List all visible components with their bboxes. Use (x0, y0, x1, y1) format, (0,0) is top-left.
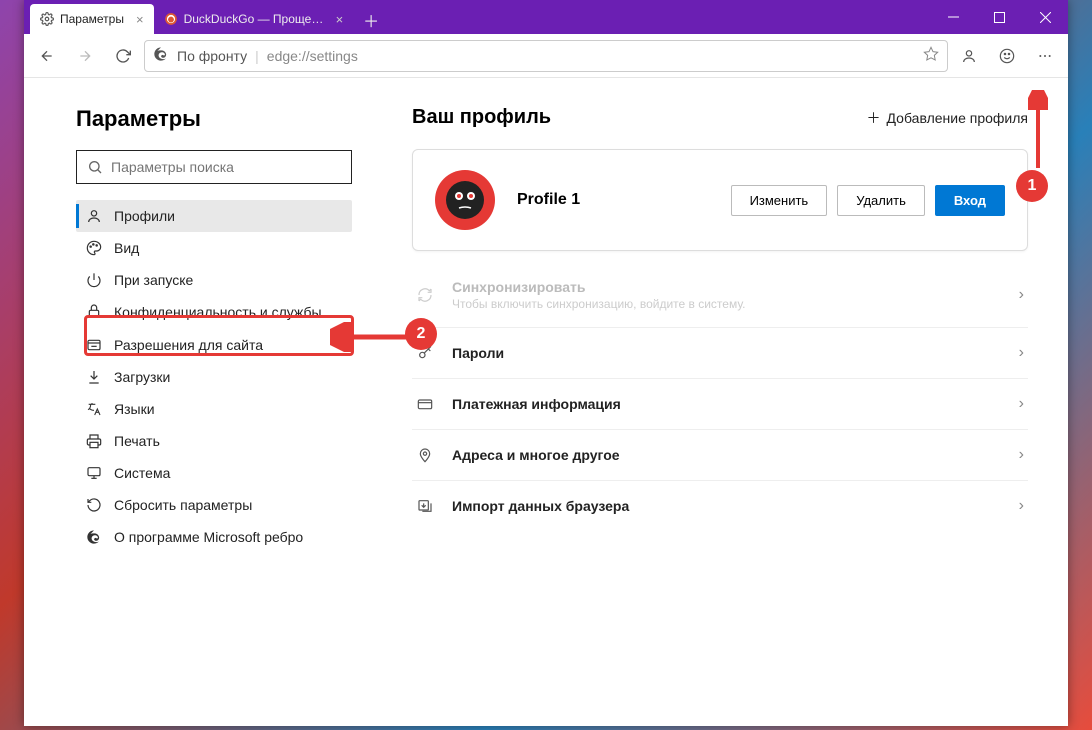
address-bar[interactable]: По фронту | edge://settings (144, 40, 948, 72)
tab-label: DuckDuckGo — Проще говоря (184, 12, 324, 26)
chevron-right-icon: › (1019, 395, 1024, 413)
edit-button[interactable]: Изменить (731, 185, 828, 216)
lock-icon (86, 303, 102, 319)
add-profile-button[interactable]: ＋ Добавление профиля (867, 108, 1028, 128)
search-input[interactable] (111, 159, 341, 175)
close-icon[interactable]: × (136, 12, 144, 27)
sidebar-item-label: Загрузки (114, 369, 170, 385)
edge-icon (86, 529, 102, 545)
permission-icon (86, 337, 102, 353)
duckduckgo-icon (164, 12, 178, 26)
sidebar-item-about[interactable]: О программе Microsoft ребро (76, 521, 352, 553)
key-icon (416, 344, 434, 362)
printer-icon (86, 433, 102, 449)
sidebar-item-sitepermissions[interactable]: Разрешения для сайта (76, 329, 352, 361)
sidebar-item-profiles[interactable]: Профили (76, 200, 352, 232)
sync-icon (416, 286, 434, 304)
sidebar-item-languages[interactable]: Языки (76, 393, 352, 425)
sidebar-item-printers[interactable]: Печать (76, 425, 352, 457)
address-label: По фронту (177, 48, 247, 64)
monitor-icon (86, 465, 102, 481)
import-icon (416, 497, 434, 515)
more-menu-button[interactable] (1028, 39, 1062, 73)
avatar (435, 170, 495, 230)
palette-icon (86, 240, 102, 256)
setting-row-addresses[interactable]: Адреса и многое другое › (412, 430, 1028, 481)
sidebar-item-label: Профили (114, 208, 175, 224)
power-icon (86, 272, 102, 288)
sidebar-item-downloads[interactable]: Загрузки (76, 361, 352, 393)
sidebar-item-label: Разрешения для сайта (114, 337, 263, 353)
chevron-right-icon: › (1019, 497, 1024, 515)
add-profile-label: Добавление профиля (887, 110, 1028, 126)
sidebar-item-label: Конфиденциальность и службы (114, 303, 322, 322)
setting-title: Синхронизировать (452, 279, 1001, 295)
sidebar-title: Параметры (76, 106, 352, 132)
setting-row-payment[interactable]: Платежная информация › (412, 379, 1028, 430)
reset-icon (86, 497, 102, 513)
page-title: Ваш профиль (412, 106, 551, 129)
card-icon (416, 395, 434, 413)
setting-title: Платежная информация (452, 396, 1001, 412)
close-window-button[interactable] (1022, 0, 1068, 34)
search-icon (87, 159, 103, 175)
maximize-button[interactable] (976, 0, 1022, 34)
sidebar-item-privacy[interactable]: Конфиденциальность и службы (76, 296, 352, 329)
tab-label: Параметры (60, 12, 124, 26)
tab-strip: Параметры × DuckDuckGo — Проще говоря × … (24, 0, 1068, 34)
address-url: edge://settings (267, 48, 358, 64)
settings-search[interactable] (76, 150, 352, 184)
chevron-right-icon: › (1019, 446, 1024, 464)
setting-row-sync: Синхронизировать Чтобы включить синхрони… (412, 263, 1028, 328)
tab-duckduckgo[interactable]: DuckDuckGo — Проще говоря × (154, 4, 354, 34)
download-icon (86, 369, 102, 385)
location-icon (416, 446, 434, 464)
chevron-right-icon: › (1019, 286, 1024, 304)
setting-row-import[interactable]: Импорт данных браузера › (412, 481, 1028, 531)
plus-icon: ＋ (867, 108, 881, 128)
setting-row-passwords[interactable]: Пароли › (412, 328, 1028, 379)
sidebar-item-label: При запуске (114, 272, 193, 288)
setting-title: Импорт данных браузера (452, 498, 1001, 514)
chevron-right-icon: › (1019, 344, 1024, 362)
setting-title: Адреса и многое другое (452, 447, 1001, 463)
language-icon (86, 401, 102, 417)
profile-icon[interactable] (952, 39, 986, 73)
setting-subtitle: Чтобы включить синхронизацию, войдите в … (452, 297, 1001, 311)
sidebar-item-label: Сбросить параметры (114, 497, 252, 513)
delete-button[interactable]: Удалить (837, 185, 925, 216)
sidebar-item-label: Вид (114, 240, 139, 256)
sidebar-item-label: Система (114, 465, 170, 481)
refresh-button[interactable] (106, 39, 140, 73)
sidebar-item-label: О программе Microsoft ребро (114, 529, 303, 545)
sidebar-item-reset[interactable]: Сбросить параметры (76, 489, 352, 521)
settings-main: Ваш профиль ＋ Добавление профиля Profile… (384, 78, 1068, 726)
setting-title: Пароли (452, 345, 1001, 361)
sidebar-item-appearance[interactable]: Вид (76, 232, 352, 264)
feedback-icon[interactable] (990, 39, 1024, 73)
favorite-icon[interactable] (923, 46, 939, 65)
new-tab-button[interactable]: ＋ (357, 6, 385, 34)
gear-icon (40, 12, 54, 26)
signin-button[interactable]: Вход (935, 185, 1005, 216)
profile-name: Profile 1 (517, 191, 709, 209)
sidebar-item-label: Печать (114, 433, 160, 449)
settings-sidebar: Параметры Профили Вид При запуске (24, 78, 384, 726)
minimize-button[interactable] (930, 0, 976, 34)
tab-settings[interactable]: Параметры × (30, 4, 154, 34)
forward-button[interactable] (68, 39, 102, 73)
edge-icon (153, 46, 169, 65)
close-icon[interactable]: × (336, 12, 344, 27)
sidebar-item-onstartup[interactable]: При запуске (76, 264, 352, 296)
sidebar-item-label: Языки (114, 401, 155, 417)
person-icon (86, 208, 102, 224)
profile-card: Profile 1 Изменить Удалить Вход (412, 149, 1028, 251)
toolbar: По фронту | edge://settings (24, 34, 1068, 78)
back-button[interactable] (30, 39, 64, 73)
sidebar-item-system[interactable]: Система (76, 457, 352, 489)
